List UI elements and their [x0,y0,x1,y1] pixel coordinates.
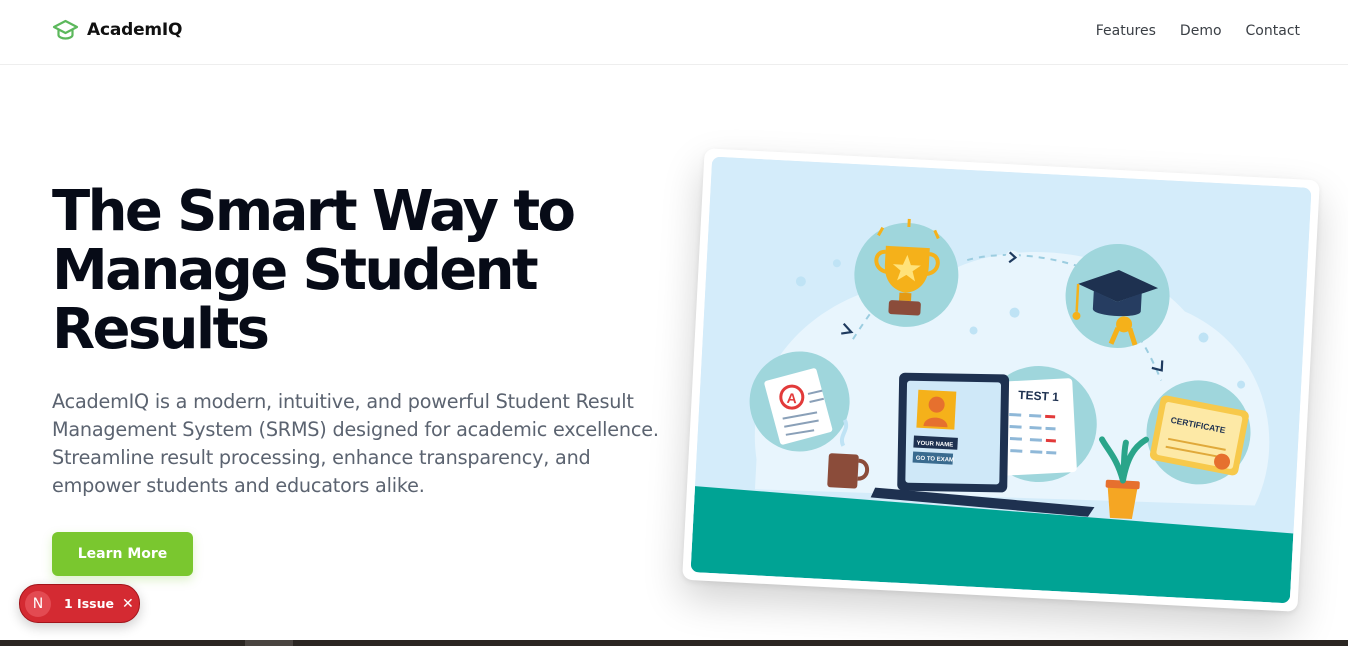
hero-description: AcademIQ is a modern, intuitive, and pow… [52,390,659,497]
close-icon[interactable]: ✕ [122,596,134,612]
nav-contact[interactable]: Contact [1246,23,1300,39]
hero-illustration: A TEST 1 YOUR NAME GO TO EXAM CERTIFICAT… [690,156,1312,604]
bottom-section-edge [0,640,1348,646]
grade-letter: A [786,390,797,407]
learn-more-button[interactable]: Learn More [52,532,193,576]
nav-features[interactable]: Features [1096,23,1156,39]
site-header: AcademIQ Features Demo Contact [0,0,1348,65]
issue-count-label: 1 Issue [64,596,114,611]
hero-title: The Smart Way to Manage Student Results [52,179,576,362]
issue-avatar: N [25,590,51,617]
graduation-cap-icon [52,19,79,40]
nav-demo[interactable]: Demo [1180,23,1222,39]
test-label: TEST 1 [1018,388,1060,404]
logo[interactable]: AcademIQ [52,19,182,41]
hero-illustration-card: A TEST 1 YOUR NAME GO TO EXAM CERTIFICAT… [682,148,1320,612]
issue-badge[interactable]: N 1 Issue ✕ [19,584,140,623]
main-nav: Features Demo Contact [1096,23,1300,39]
education-illustration: A TEST 1 YOUR NAME GO TO EXAM CERTIFICAT… [690,156,1312,604]
brand-name: AcademIQ [87,20,183,40]
